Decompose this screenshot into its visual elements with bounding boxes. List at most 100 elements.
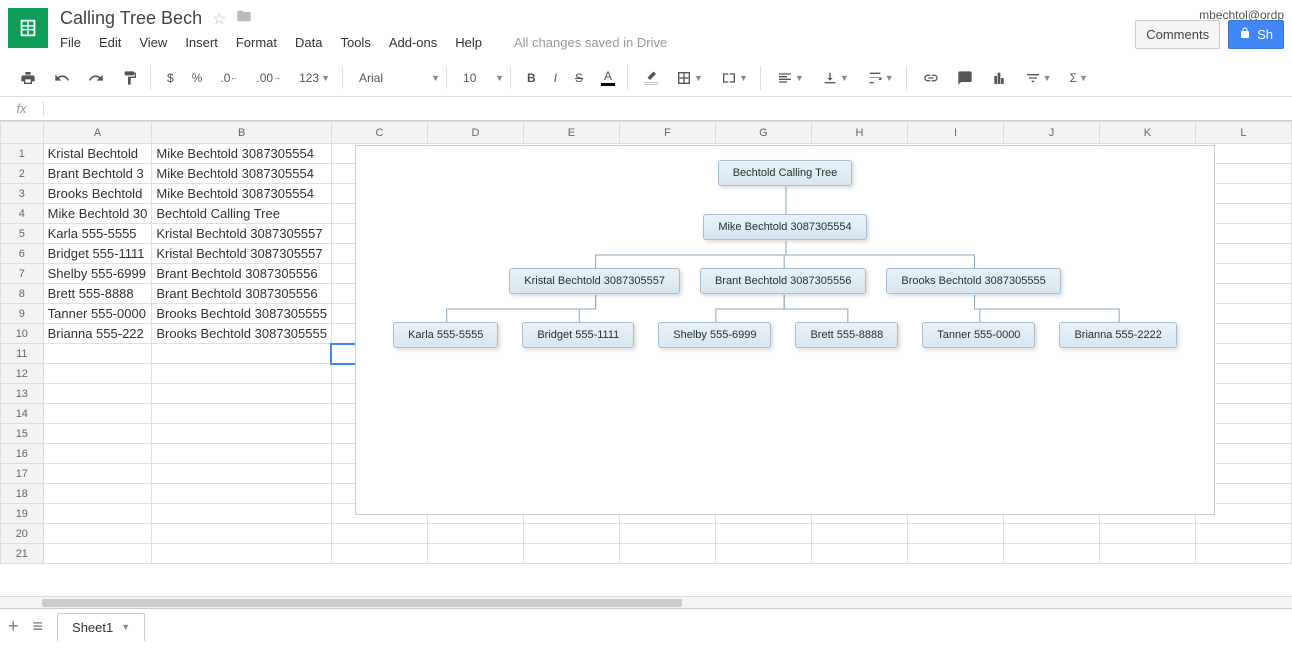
cell-A20[interactable] [43, 524, 152, 544]
menu-help[interactable]: Help [455, 35, 482, 50]
col-header-E[interactable]: E [523, 122, 619, 144]
cell-D20[interactable] [427, 524, 523, 544]
col-header-I[interactable]: I [907, 122, 1003, 144]
text-wrap-button[interactable]: ▼ [861, 66, 900, 90]
cell-B19[interactable] [152, 504, 332, 524]
cell-A10[interactable]: Brianna 555-222 [43, 324, 152, 344]
cell-A8[interactable]: Brett 555-8888 [43, 284, 152, 304]
menu-addons[interactable]: Add-ons [389, 35, 437, 50]
insert-link-icon[interactable] [917, 66, 945, 90]
menu-insert[interactable]: Insert [185, 35, 218, 50]
increase-decimal[interactable]: .00→ [250, 67, 287, 89]
formula-input[interactable] [44, 101, 1292, 116]
currency-button[interactable]: $ [161, 67, 180, 89]
cell-A12[interactable] [43, 364, 152, 384]
cell-G21[interactable] [715, 544, 811, 564]
undo-icon[interactable] [48, 66, 76, 90]
menu-tools[interactable]: Tools [340, 35, 370, 50]
cell-B10[interactable]: Brooks Bechtold 3087305555 [152, 324, 332, 344]
row-header-5[interactable]: 5 [1, 224, 44, 244]
cell-B16[interactable] [152, 444, 332, 464]
paint-format-icon[interactable] [116, 66, 144, 90]
col-header-J[interactable]: J [1003, 122, 1099, 144]
cell-B17[interactable] [152, 464, 332, 484]
col-header-A[interactable]: A [43, 122, 152, 144]
cell-B11[interactable] [152, 344, 332, 364]
cell-A7[interactable]: Shelby 555-6999 [43, 264, 152, 284]
col-header-D[interactable]: D [427, 122, 523, 144]
col-header-H[interactable]: H [811, 122, 907, 144]
cell-J21[interactable] [1003, 544, 1099, 564]
col-header-B[interactable]: B [152, 122, 332, 144]
cell-A13[interactable] [43, 384, 152, 404]
star-icon[interactable]: ☆ [212, 9, 226, 29]
comments-button[interactable]: Comments [1135, 20, 1220, 49]
cell-A16[interactable] [43, 444, 152, 464]
col-header-G[interactable]: G [715, 122, 811, 144]
cell-B1[interactable]: Mike Bechtold 3087305554 [152, 144, 332, 164]
cell-B13[interactable] [152, 384, 332, 404]
share-button[interactable]: Sh [1228, 20, 1284, 49]
org-chart[interactable]: Bechtold Calling Tree Mike Bechtold 3087… [355, 145, 1215, 515]
cell-K20[interactable] [1099, 524, 1195, 544]
font-select[interactable]: Arial [353, 67, 423, 89]
percent-button[interactable]: % [186, 67, 209, 89]
col-header-K[interactable]: K [1099, 122, 1195, 144]
row-header-15[interactable]: 15 [1, 424, 44, 444]
cell-B8[interactable]: Brant Bechtold 3087305556 [152, 284, 332, 304]
document-title[interactable]: Calling Tree Bech [60, 8, 202, 29]
cell-B2[interactable]: Mike Bechtold 3087305554 [152, 164, 332, 184]
cell-L20[interactable] [1195, 524, 1291, 544]
cell-A19[interactable] [43, 504, 152, 524]
sheet-tab[interactable]: Sheet1 ▼ [57, 613, 145, 641]
strikethrough-button[interactable]: S [569, 67, 589, 89]
cell-A4[interactable]: Mike Bechtold 30 [43, 204, 152, 224]
row-header-7[interactable]: 7 [1, 264, 44, 284]
cell-D21[interactable] [427, 544, 523, 564]
folder-icon[interactable] [236, 8, 252, 29]
row-header-12[interactable]: 12 [1, 364, 44, 384]
fill-color-button[interactable] [638, 66, 664, 89]
cell-G20[interactable] [715, 524, 811, 544]
cell-I21[interactable] [907, 544, 1003, 564]
sheet-tab-menu-icon[interactable]: ▼ [121, 622, 130, 632]
cell-A5[interactable]: Karla 555-5555 [43, 224, 152, 244]
print-icon[interactable] [14, 66, 42, 90]
cell-A1[interactable]: Kristal Bechtold [43, 144, 152, 164]
font-size-select[interactable]: 10 [457, 67, 487, 89]
row-header-8[interactable]: 8 [1, 284, 44, 304]
cell-A11[interactable] [43, 344, 152, 364]
cell-B7[interactable]: Brant Bechtold 3087305556 [152, 264, 332, 284]
menu-file[interactable]: File [60, 35, 81, 50]
cell-B6[interactable]: Kristal Bechtold 3087305557 [152, 244, 332, 264]
cell-B4[interactable]: Bechtold Calling Tree [152, 204, 332, 224]
col-header-F[interactable]: F [619, 122, 715, 144]
row-header-17[interactable]: 17 [1, 464, 44, 484]
cell-L21[interactable] [1195, 544, 1291, 564]
cell-F20[interactable] [619, 524, 715, 544]
menu-data[interactable]: Data [295, 35, 322, 50]
row-header-9[interactable]: 9 [1, 304, 44, 324]
cell-K21[interactable] [1099, 544, 1195, 564]
cell-H21[interactable] [811, 544, 907, 564]
col-header-C[interactable]: C [331, 122, 427, 144]
redo-icon[interactable] [82, 66, 110, 90]
add-sheet-button[interactable]: + [8, 616, 19, 637]
row-header-14[interactable]: 14 [1, 404, 44, 424]
row-header-13[interactable]: 13 [1, 384, 44, 404]
col-header-L[interactable]: L [1195, 122, 1291, 144]
cell-B9[interactable]: Brooks Bechtold 3087305555 [152, 304, 332, 324]
row-header-20[interactable]: 20 [1, 524, 44, 544]
bold-button[interactable]: B [521, 67, 542, 89]
row-header-3[interactable]: 3 [1, 184, 44, 204]
cell-B3[interactable]: Mike Bechtold 3087305554 [152, 184, 332, 204]
all-sheets-button[interactable]: ≡ [33, 616, 44, 637]
cell-B5[interactable]: Kristal Bechtold 3087305557 [152, 224, 332, 244]
cell-E21[interactable] [523, 544, 619, 564]
cell-I20[interactable] [907, 524, 1003, 544]
cell-B20[interactable] [152, 524, 332, 544]
cell-C21[interactable] [331, 544, 427, 564]
cell-A15[interactable] [43, 424, 152, 444]
horizontal-align-button[interactable]: ▼ [771, 66, 810, 90]
vertical-align-button[interactable]: ▼ [816, 66, 855, 90]
